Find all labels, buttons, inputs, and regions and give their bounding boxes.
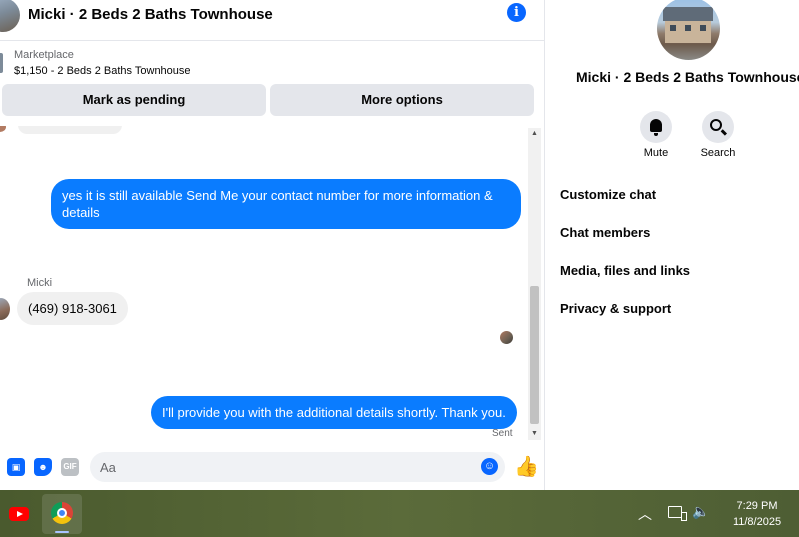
message-bubble-outgoing[interactable]: I'll provide you with the additional det… [151,396,517,429]
listing-price-title[interactable]: $1,150 - 2 Beds 2 Baths Townhouse [14,65,191,77]
message-bubble-outgoing[interactable]: yes it is still available Send Me your c… [51,179,521,229]
clock-time: 7:29 PM [736,500,778,512]
chat-pane: Micki · 2 Beds 2 Baths Townhouse i Marke… [0,0,545,490]
taskbar: ︿ 🔈 7:29 PM 11/8/2025 [0,490,799,537]
message-composer: ▣ ☻ GIF ☺ 👍 [0,448,544,490]
scroll-down-arrow-icon[interactable]: ▼ [528,428,541,440]
listing-source: Marketplace [14,49,74,61]
marketplace-listing: Marketplace $1,150 - 2 Beds 2 Baths Town… [0,41,544,126]
message-scrollbar[interactable]: ▲ ▼ [528,128,541,440]
profile-avatar[interactable] [657,0,720,60]
mute-label: Mute [643,147,669,159]
read-receipt-avatar [500,331,513,344]
volume-icon[interactable]: 🔈 [692,503,709,520]
scroll-up-arrow-icon[interactable]: ▲ [528,128,541,140]
search-label: Search [700,147,736,159]
chat-title[interactable]: Micki · 2 Beds 2 Baths Townhouse [28,6,273,23]
chat-header: Micki · 2 Beds 2 Baths Townhouse i [0,0,544,41]
search-icon [710,119,722,131]
chevron-up-icon[interactable]: ︿ [638,504,652,524]
gif-icon[interactable]: GIF [61,458,79,476]
emoji-icon[interactable]: ☺ [481,458,498,475]
menu-item-media-files-links[interactable]: Media, files and links [560,263,690,278]
menu-item-chat-members[interactable]: Chat members [560,225,650,240]
contact-avatar-small [0,126,6,132]
contact-avatar-small[interactable] [0,298,10,320]
photo-icon[interactable]: ▣ [7,458,25,476]
clock-date: 11/8/2025 [732,516,782,528]
message-input[interactable] [90,452,505,482]
info-icon[interactable]: i [507,3,526,22]
contact-avatar[interactable] [0,0,20,32]
profile-name: Micki · 2 Beds 2 Baths Townhouse [576,69,799,85]
menu-item-privacy-support[interactable]: Privacy & support [560,301,671,316]
message-bubble-partial [18,126,122,134]
bell-icon [650,119,662,136]
search-button[interactable]: Search [688,111,748,159]
more-options-button[interactable]: More options [270,84,534,116]
thumbs-up-icon[interactable]: 👍 [514,456,539,478]
mark-as-pending-button[interactable]: Mark as pending [2,84,266,116]
taskbar-chrome-button[interactable] [42,494,82,534]
chrome-icon [51,502,73,524]
youtube-icon[interactable] [9,507,29,521]
conversation-info-pane: Micki · 2 Beds 2 Baths Townhouse Mute Se… [546,0,799,490]
message-list: yes it is still available Send Me your c… [0,126,544,448]
message-sender: Micki [27,277,53,289]
listing-thumbnail[interactable] [0,53,3,73]
system-clock[interactable]: 7:29 PM 11/8/2025 [720,498,794,530]
menu-item-customize-chat[interactable]: Customize chat [560,187,656,202]
message-status: Sent [492,428,513,439]
message-bubble-incoming[interactable]: (469) 918-3061 [17,292,128,325]
active-app-indicator [55,531,69,533]
network-icon[interactable] [668,506,687,521]
sticker-icon[interactable]: ☻ [34,458,52,476]
scrollbar-thumb[interactable] [530,286,539,424]
mute-button[interactable]: Mute [626,111,686,159]
screen: Micki · 2 Beds 2 Baths Townhouse i Marke… [0,0,799,537]
